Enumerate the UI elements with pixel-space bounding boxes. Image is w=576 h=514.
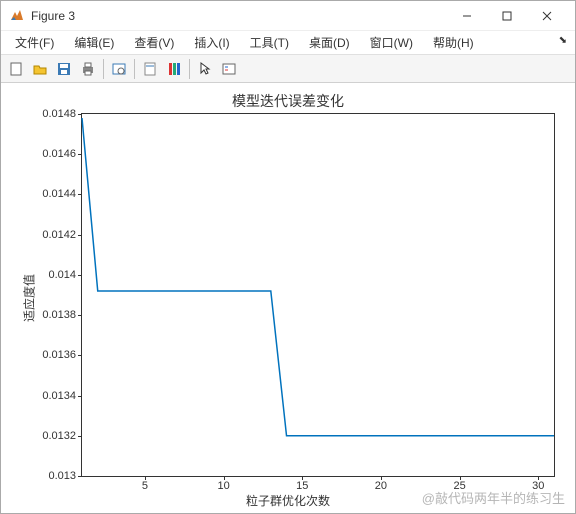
toolbar-separator xyxy=(189,59,190,79)
title-bar: Figure 3 xyxy=(1,1,575,31)
matlab-icon xyxy=(9,8,25,24)
x-tick-label: 10 xyxy=(217,480,229,492)
figure-window: Figure 3 文件(F) 编辑(E) 查看(V) 插入(I) 工具(T) 桌… xyxy=(0,0,576,514)
y-tick-label: 0.0148 xyxy=(42,108,76,120)
menu-help[interactable]: 帮助(H) xyxy=(425,32,482,53)
close-button[interactable] xyxy=(527,2,567,30)
print-button[interactable] xyxy=(77,58,99,80)
print-preview-button[interactable] xyxy=(108,58,130,80)
menu-bar: 文件(F) 编辑(E) 查看(V) 插入(I) 工具(T) 桌面(D) 窗口(W… xyxy=(1,31,575,55)
line-series xyxy=(82,114,554,476)
toolbar-separator xyxy=(103,59,104,79)
y-tick-label: 0.013 xyxy=(48,470,76,482)
toolbar xyxy=(1,55,575,83)
y-axis-label: 适应度值 xyxy=(21,274,38,322)
y-tick-label: 0.0132 xyxy=(42,430,76,442)
window-controls xyxy=(447,2,567,30)
insert-legend-button[interactable] xyxy=(218,58,240,80)
y-tick-label: 0.0138 xyxy=(42,309,76,321)
y-tick-label: 0.0146 xyxy=(42,148,76,160)
new-figure-button[interactable] xyxy=(5,58,27,80)
window-title: Figure 3 xyxy=(31,9,447,23)
chart-title: 模型迭代误差变化 xyxy=(1,91,575,111)
menu-window[interactable]: 窗口(W) xyxy=(362,32,421,53)
x-tick-label: 30 xyxy=(532,480,544,492)
insert-colorbar-button[interactable] xyxy=(163,58,185,80)
menu-tools[interactable]: 工具(T) xyxy=(242,32,297,53)
maximize-button[interactable] xyxy=(487,2,527,30)
menu-insert[interactable]: 插入(I) xyxy=(186,32,237,53)
y-tick-label: 0.0134 xyxy=(42,390,76,402)
minimize-button[interactable] xyxy=(447,2,487,30)
menu-file[interactable]: 文件(F) xyxy=(7,32,62,53)
y-tick-label: 0.0142 xyxy=(42,229,76,241)
menu-dropdown-icon[interactable]: ⬊ xyxy=(559,35,567,46)
y-tick-label: 0.014 xyxy=(48,269,76,281)
x-axis-label: 粒子群优化次数 xyxy=(1,492,575,509)
x-tick-label: 5 xyxy=(142,480,148,492)
toolbar-separator xyxy=(134,59,135,79)
y-tick-label: 0.0136 xyxy=(42,349,76,361)
axes: 0.0130.01320.01340.01360.01380.0140.0142… xyxy=(81,113,555,477)
save-button[interactable] xyxy=(53,58,75,80)
pointer-button[interactable] xyxy=(194,58,216,80)
menu-desktop[interactable]: 桌面(D) xyxy=(301,32,358,53)
menu-view[interactable]: 查看(V) xyxy=(126,32,182,53)
figure-canvas[interactable]: 模型迭代误差变化 适应度值 粒子群优化次数 0.0130.01320.01340… xyxy=(1,83,575,513)
open-button[interactable] xyxy=(29,58,51,80)
menu-edit[interactable]: 编辑(E) xyxy=(66,32,122,53)
y-tick-label: 0.0144 xyxy=(42,188,76,200)
link-button[interactable] xyxy=(139,58,161,80)
x-tick-label: 15 xyxy=(296,480,308,492)
x-tick-label: 25 xyxy=(453,480,465,492)
x-tick-label: 20 xyxy=(375,480,387,492)
